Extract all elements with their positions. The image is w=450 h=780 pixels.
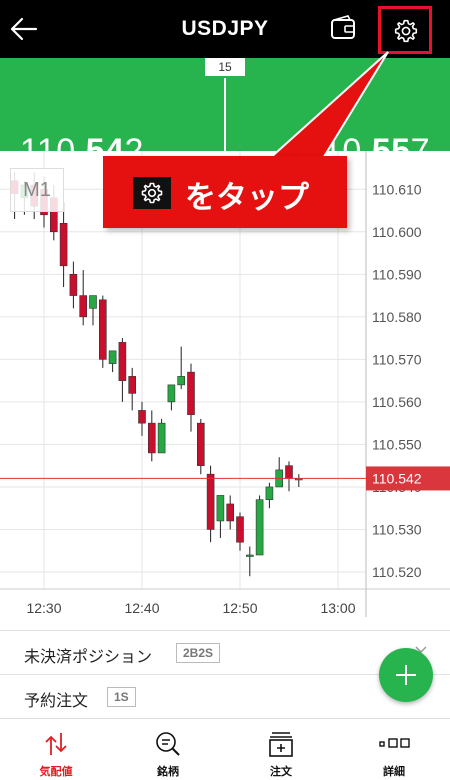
candle-bull <box>177 376 185 386</box>
candle-bear <box>69 274 78 296</box>
candle-bear <box>236 516 244 543</box>
order-icon <box>269 732 293 757</box>
candle-bear <box>148 422 156 454</box>
candle-bull <box>108 350 117 364</box>
x-tick-label: 12:50 <box>222 600 257 616</box>
candle-bull <box>167 384 176 403</box>
x-tick-label: 13:00 <box>320 600 355 616</box>
search-list-icon <box>156 732 180 756</box>
candle-bear <box>226 503 234 522</box>
pending-orders-badge: 1S <box>107 687 136 707</box>
y-tick-label: 110.550 <box>372 436 422 452</box>
candle-bull <box>255 499 264 556</box>
nav-quotes[interactable]: 気配値 <box>0 719 112 780</box>
nav-order[interactable]: 注文 <box>225 719 337 780</box>
candle-bear <box>118 342 127 381</box>
candle-bear <box>138 410 146 424</box>
candle-bear <box>99 299 107 360</box>
open-positions-badge: 2B2S <box>176 643 221 663</box>
y-tick-label: 110.610 <box>372 181 422 197</box>
x-tick-label: 12:30 <box>26 600 61 616</box>
top-bar: USDJPY <box>0 0 450 58</box>
current-price-label: 110.542 <box>372 470 422 486</box>
y-tick-label: 110.530 <box>372 521 422 537</box>
detail-icon <box>379 738 410 748</box>
y-tick-label: 110.580 <box>372 309 422 325</box>
nav-detail-label: 詳細 <box>383 765 405 778</box>
y-tick-label: 110.590 <box>372 266 422 282</box>
candle-bull <box>216 495 225 522</box>
callout-text: をタップ <box>185 180 309 216</box>
y-tick-label: 110.560 <box>372 394 422 410</box>
pending-orders-label: 予約注文 <box>24 691 89 710</box>
app-root: USDJPY 110.542 売り 110.557 買い 15 110.6101… <box>0 0 450 780</box>
candle-bear <box>206 473 215 530</box>
nav-symbols[interactable]: 銘柄 <box>112 719 224 780</box>
candle-bear <box>128 376 136 394</box>
y-tick-label: 110.600 <box>372 224 422 240</box>
settings-button[interactable] <box>378 6 432 54</box>
candle-bear <box>197 422 205 466</box>
candle-bear <box>285 465 293 479</box>
bottom-nav: 気配値 銘柄 注文 詳細 <box>0 718 450 780</box>
nav-detail[interactable]: 詳細 <box>338 719 450 780</box>
open-positions-label: 未決済ポジション <box>24 647 153 666</box>
callout-gear-icon <box>133 177 171 209</box>
tap-callout: をタップ <box>103 156 347 228</box>
candle-bear <box>59 222 68 267</box>
quote-arrows-icon <box>45 733 67 755</box>
nav-order-label: 注文 <box>270 765 292 778</box>
y-tick-label: 110.520 <box>372 564 422 580</box>
y-tick-label: 110.570 <box>372 351 422 367</box>
nav-symbols-label: 銘柄 <box>157 765 179 778</box>
candle-bull <box>157 422 166 454</box>
candle-bear <box>187 371 195 415</box>
candle-bull <box>89 295 97 309</box>
timeframe-badge[interactable]: M1 <box>10 168 64 212</box>
wallet-button[interactable] <box>326 14 360 44</box>
nav-quotes-label: 気配値 <box>39 765 73 778</box>
wallet-icon <box>331 15 355 39</box>
candle-bull <box>246 554 254 557</box>
quote-divider <box>224 74 226 151</box>
x-tick-label: 12:40 <box>124 600 159 616</box>
spread-badge: 15 <box>203 58 247 78</box>
gear-icon <box>394 19 418 43</box>
add-order-button[interactable] <box>379 648 433 702</box>
candle-bear <box>79 295 87 318</box>
gear-icon <box>141 182 163 204</box>
candle-bull <box>265 486 274 500</box>
